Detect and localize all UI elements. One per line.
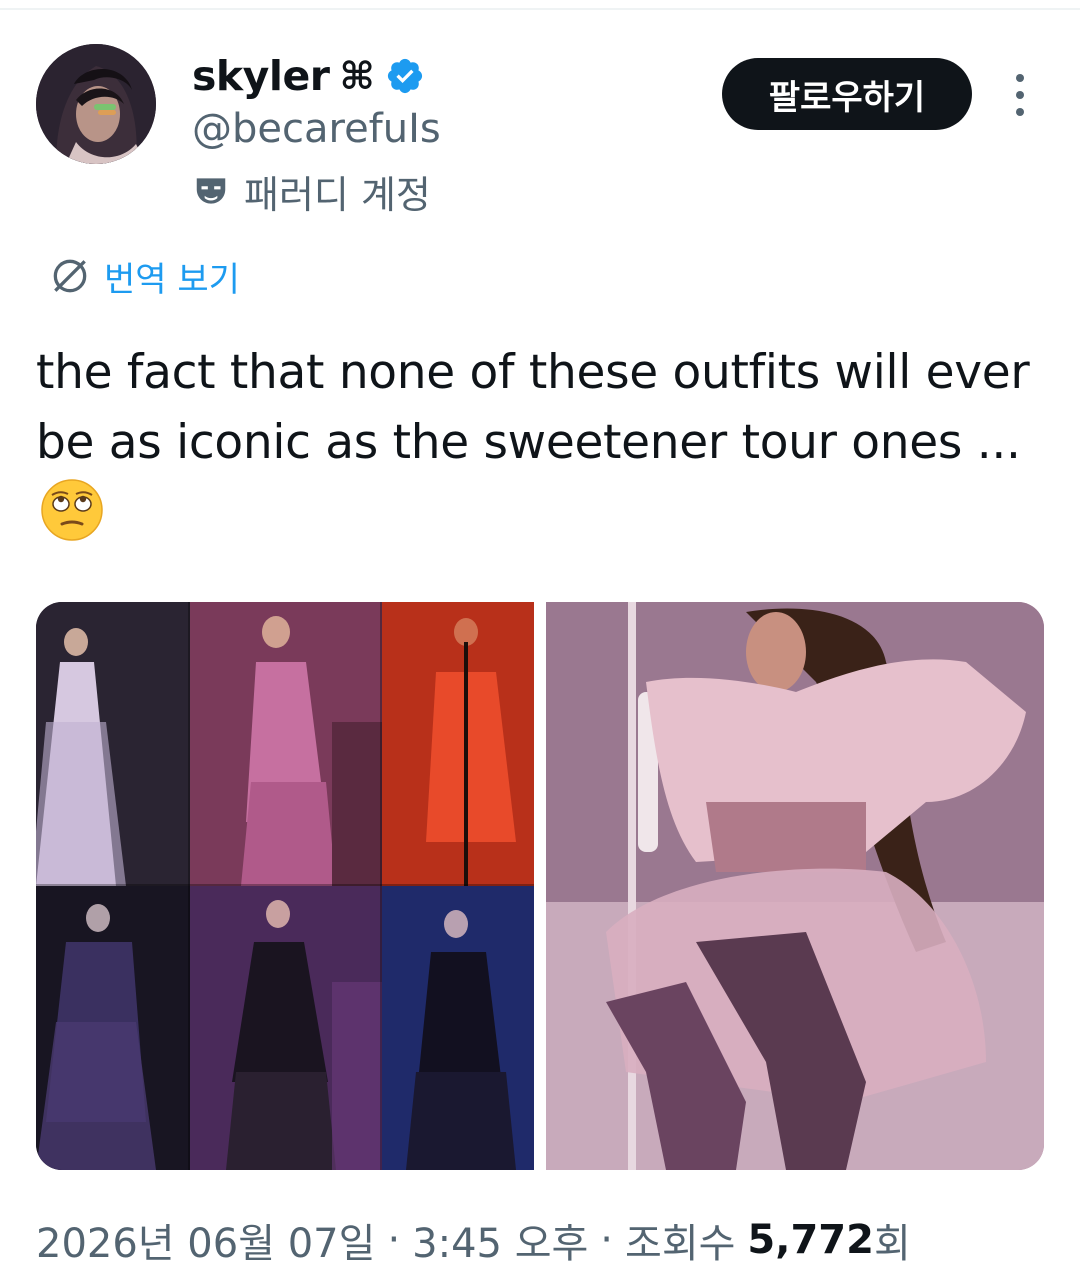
meta-separator: ·: [387, 1217, 401, 1263]
parody-account-label: 패러디 계정: [192, 166, 431, 217]
follow-button[interactable]: 팔로우하기: [722, 58, 972, 130]
collage-image: [36, 602, 534, 1170]
avatar[interactable]: [36, 44, 156, 164]
name-glyph: ⌘: [339, 54, 375, 98]
avatar-image: [36, 44, 156, 164]
display-name[interactable]: skyler: [192, 52, 330, 100]
tweet-meta: 2026년 06월 07일 · 3:45 오후 · 조회수 5,772 회: [36, 1212, 911, 1268]
tweet-date[interactable]: 2026년 06월 07일: [36, 1211, 375, 1269]
verified-badge-icon: [387, 58, 422, 94]
more-icon[interactable]: [1000, 70, 1040, 120]
media-image-performer[interactable]: [546, 602, 1044, 1170]
more-dot: [1016, 74, 1024, 82]
more-dot: [1016, 108, 1024, 116]
views-count: 5,772: [747, 1217, 874, 1263]
author-handle[interactable]: @becarefuIs: [192, 106, 441, 152]
face-with-rolling-eyes-emoji: [41, 479, 103, 541]
parody-label-text: 패러디 계정: [244, 172, 431, 217]
globe-icon: [53, 259, 87, 293]
top-divider: [0, 8, 1080, 10]
translate-label[interactable]: 번역 보기: [104, 252, 240, 301]
tweet-body: the fact that none of these outfits will…: [36, 345, 1030, 470]
theater-mask-icon: [196, 178, 226, 204]
translate-link[interactable]: 번역 보기: [48, 252, 240, 300]
author-name-row[interactable]: skyler ⌘: [192, 50, 425, 102]
tweet-time[interactable]: 3:45 오후: [412, 1211, 588, 1269]
media-image-collage[interactable]: [36, 602, 534, 1170]
views-label: 조회수: [625, 1221, 736, 1267]
performer-image: [546, 602, 1044, 1170]
tweet-text: the fact that none of these outfits will…: [36, 338, 1036, 548]
views-suffix: 회: [873, 1221, 911, 1267]
meta-separator: ·: [600, 1217, 614, 1263]
more-dot: [1016, 91, 1024, 99]
